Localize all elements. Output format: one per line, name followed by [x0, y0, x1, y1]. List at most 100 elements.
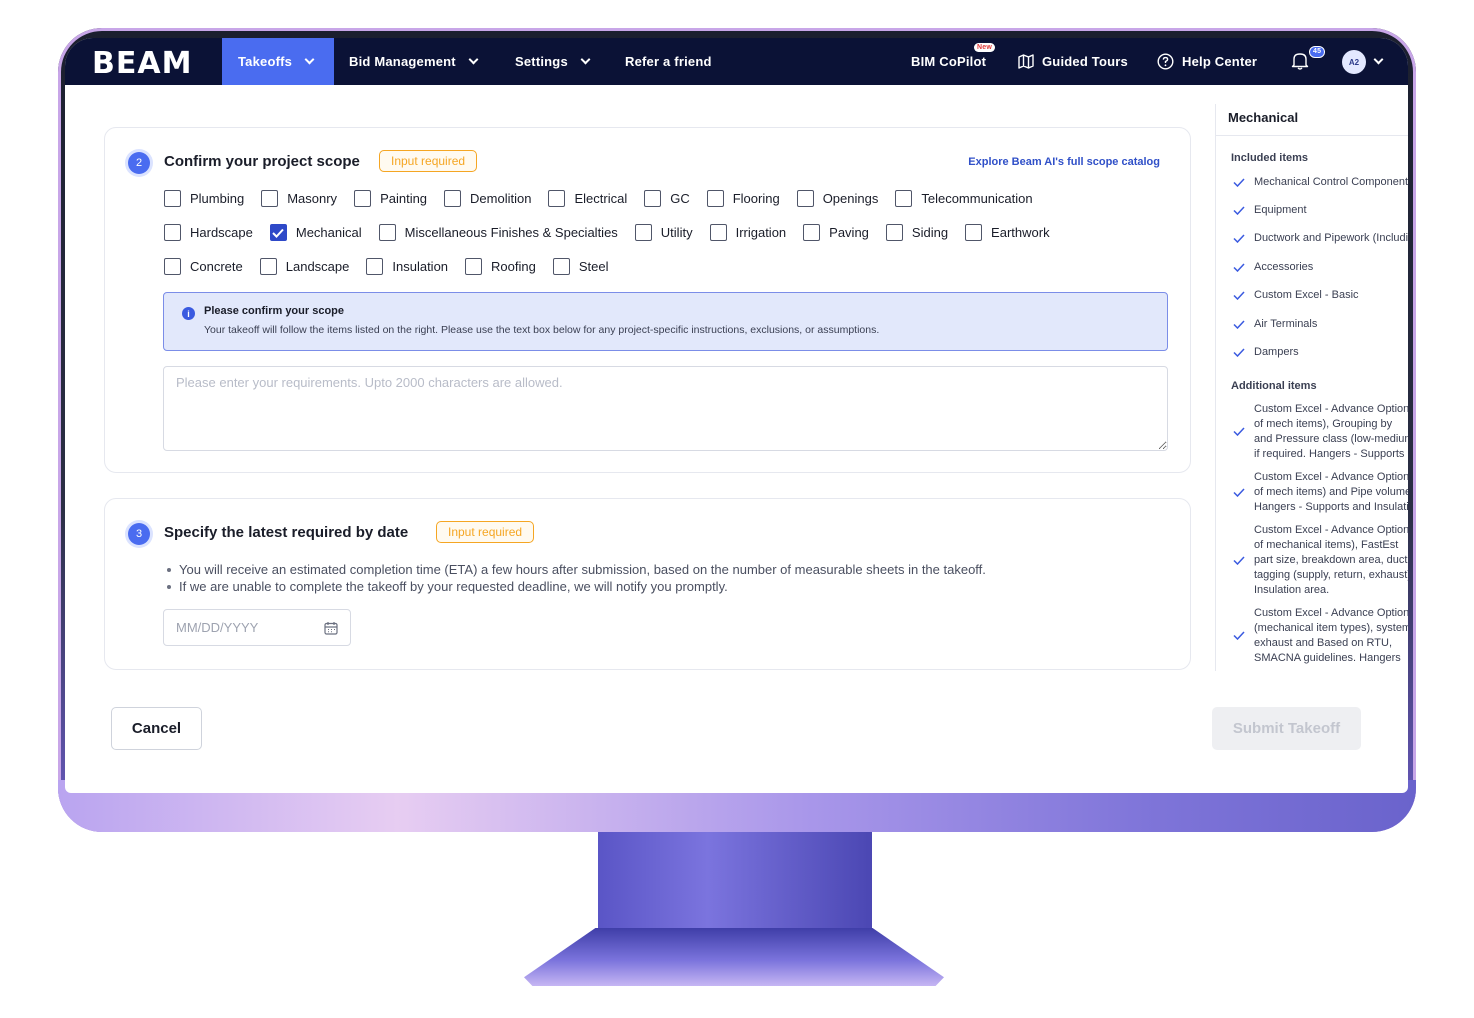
beam-logo[interactable]: BEAM: [92, 46, 192, 81]
checkbox-label: Hardscape: [190, 225, 253, 240]
scope-checkbox-steel[interactable]: Steel: [552, 258, 609, 275]
check-icon: [272, 228, 285, 238]
notifications-button[interactable]: 45: [1291, 38, 1326, 85]
chevron-down-icon: [1373, 54, 1384, 65]
date-picker[interactable]: [163, 609, 351, 646]
nav-guided-tours[interactable]: Guided Tours: [1018, 38, 1128, 85]
nav-bim-copilot[interactable]: BIM CoPilot New: [911, 38, 995, 85]
help-circle-icon: [1157, 53, 1174, 70]
included-item-label: Dampers: [1254, 346, 1299, 358]
info-icon: i: [182, 307, 195, 320]
scope-checkbox-openings[interactable]: Openings: [796, 190, 879, 207]
checkbox[interactable]: [885, 224, 903, 241]
checkbox[interactable]: [634, 224, 652, 241]
scope-checkbox-earthwork[interactable]: Earthwork: [965, 224, 1050, 241]
scope-info-banner: i Please confirm your scope Your takeoff…: [163, 292, 1168, 351]
nav-settings[interactable]: Settings: [515, 38, 591, 85]
included-items-heading: Included items: [1231, 152, 1309, 164]
scope-checkbox-concrete[interactable]: Concrete: [164, 258, 243, 275]
checkbox[interactable]: [465, 258, 483, 275]
scope-checkbox-telecommunication[interactable]: Telecommunication: [895, 190, 1033, 207]
scope-checkbox-irrigation[interactable]: Irrigation: [709, 224, 786, 241]
scope-checkbox-landscape[interactable]: Landscape: [259, 258, 349, 275]
scope-details-panel: Mechanical Included items Mechanical Con…: [1215, 104, 1408, 671]
checkbox-label: Openings: [822, 191, 879, 206]
scope-checkbox-mechanical[interactable]: Mechanical: [269, 224, 362, 241]
scope-checkbox-utility[interactable]: Utility: [634, 224, 693, 241]
checkbox[interactable]: [354, 190, 372, 207]
submit-takeoff-button[interactable]: Submit Takeoff: [1212, 707, 1361, 750]
checkbox[interactable]: [796, 190, 814, 207]
nav-help-center[interactable]: Help Center: [1157, 38, 1257, 85]
map-icon: [1018, 54, 1034, 69]
checkbox[interactable]: [644, 190, 662, 207]
checkbox[interactable]: [444, 190, 462, 207]
nav-refer-friend[interactable]: Refer a friend: [625, 38, 712, 85]
additional-item-text: Custom Excel - Advance Option of mech it…: [1254, 402, 1408, 462]
scope-checkbox-electrical[interactable]: Electrical: [548, 190, 627, 207]
checkbox[interactable]: [803, 224, 821, 241]
checkbox-label: Electrical: [574, 191, 628, 206]
checkbox[interactable]: [164, 190, 181, 207]
additional-items-heading: Additional items: [1231, 380, 1317, 392]
top-navbar: BEAM Takeoffs Bid Management Settings Re…: [65, 38, 1408, 85]
checkbox[interactable]: [164, 258, 181, 275]
cancel-button[interactable]: Cancel: [111, 707, 202, 750]
checkbox-checked[interactable]: [269, 224, 287, 241]
scope-checkbox-gc[interactable]: GC: [644, 190, 690, 207]
text-line: of mech items), Grouping by: [1254, 418, 1393, 430]
new-badge: New: [974, 43, 995, 52]
avatar[interactable]: A2: [1342, 50, 1366, 74]
checkbox[interactable]: [548, 190, 566, 207]
panel-title: Mechanical: [1228, 110, 1299, 125]
included-item-label: Accessories: [1254, 261, 1314, 273]
scope-checkbox-hardscape[interactable]: Hardscape: [164, 224, 253, 241]
date-input[interactable]: [164, 610, 304, 645]
scope-checkbox-roofing[interactable]: Roofing: [465, 258, 536, 275]
explore-scope-catalog-link[interactable]: Explore Beam AI's full scope catalog: [968, 156, 1160, 168]
checkbox[interactable]: [552, 258, 570, 275]
monitor-stand-neck: [598, 832, 872, 932]
checkbox[interactable]: [378, 224, 396, 241]
check-icon: [1233, 262, 1245, 272]
text-line: (mechanical item types), system: [1254, 622, 1408, 634]
scope-checkbox-masonry[interactable]: Masonry: [261, 190, 337, 207]
check-icon: [1233, 290, 1245, 300]
nav-takeoffs[interactable]: Takeoffs: [222, 38, 334, 85]
account-menu-toggle[interactable]: [1369, 38, 1384, 85]
additional-item: Custom Excel - Advance Option of mechani…: [1233, 523, 1408, 598]
calendar-icon[interactable]: [324, 621, 338, 640]
checkbox-label: Earthwork: [991, 225, 1050, 240]
checkbox-label: Steel: [578, 259, 609, 274]
scope-checkbox-insulation[interactable]: Insulation: [366, 258, 448, 275]
checkbox[interactable]: [706, 190, 724, 207]
nav-settings-label: Settings: [515, 54, 568, 69]
scope-checkbox-misc-finishes[interactable]: Miscellaneous Finishes & Specialties: [378, 224, 618, 241]
scope-checkbox-flooring[interactable]: Flooring: [706, 190, 780, 207]
scope-checkbox-paving[interactable]: Paving: [803, 224, 869, 241]
list-item: If we are unable to complete the takeoff…: [167, 578, 986, 595]
checkbox[interactable]: [259, 258, 277, 275]
text-line: and Pressure class (low-medium: [1254, 433, 1408, 445]
checkbox[interactable]: [164, 224, 181, 241]
text-line: of mech items) and Pipe volume: [1254, 486, 1408, 498]
scope-checkbox-plumbing[interactable]: Plumbing: [164, 190, 244, 207]
checkbox[interactable]: [261, 190, 279, 207]
checkbox[interactable]: [366, 258, 384, 275]
included-item-label: Ductwork and Pipework (Including Fitting…: [1254, 232, 1408, 244]
checkbox-label: Flooring: [732, 191, 780, 206]
scope-checkbox-painting[interactable]: Painting: [354, 190, 427, 207]
additional-item-text: Custom Excel - Advance Option of mechani…: [1254, 523, 1408, 598]
checkbox[interactable]: [965, 224, 983, 241]
scope-checkbox-demolition[interactable]: Demolition: [444, 190, 531, 207]
nav-bid-management[interactable]: Bid Management: [349, 38, 479, 85]
scope-row-2: Hardscape Mechanical Miscellaneous Finis…: [164, 224, 1067, 241]
checkbox[interactable]: [709, 224, 727, 241]
scope-checkbox-siding[interactable]: Siding: [885, 224, 948, 241]
requirements-textarea[interactable]: [163, 366, 1168, 451]
checkbox[interactable]: [895, 190, 913, 207]
text-line: part size, breakdown area, duct: [1254, 554, 1408, 566]
divider: [1216, 135, 1408, 136]
included-item: Mechanical Control Components: [1233, 176, 1408, 188]
included-item: Dampers: [1233, 346, 1299, 358]
